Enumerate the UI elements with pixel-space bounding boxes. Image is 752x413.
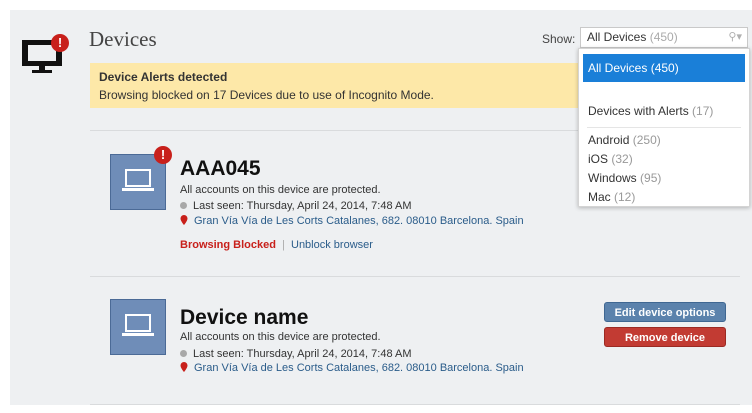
option-count: (450) [650,61,679,75]
search-caret-icon: ⚲▾ [728,31,742,43]
device-name: Device name [180,306,309,329]
option-count: (12) [614,190,636,204]
filter-option-mac[interactable]: Mac (12) [579,189,749,205]
clock-icon [180,202,187,209]
clock-icon [180,350,187,357]
option-label: iOS [588,152,609,166]
banner-title: Device Alerts detected [99,70,228,84]
last-seen-text: Last seen: Thursday, April 24, 2014, 7:4… [193,348,412,360]
device-protection-status: All accounts on this device are protecte… [180,331,381,343]
location-address: Gran Vía Vía de Les Corts Catalanes, 682… [194,215,524,227]
filter-option-devices-with-alerts[interactable]: Devices with Alerts (17) [579,103,749,119]
filter-option-android[interactable]: Android (250) [579,132,749,148]
remove-device-button[interactable]: Remove device [604,327,726,347]
device-name: AAA045 [180,157,261,180]
banner-text: Browsing blocked on 17 Devices due to us… [99,88,434,102]
last-seen: Last seen: Thursday, April 24, 2014, 7:4… [180,200,412,212]
device-protection-status: All accounts on this device are protecte… [180,184,381,196]
device-filter-select[interactable]: All Devices (450) ⚲▾ [580,27,748,48]
filter-option-windows[interactable]: Windows (95) [579,170,749,186]
option-count: (32) [611,152,633,166]
location-pin-icon [180,215,188,225]
option-label: Mac [588,190,611,204]
divider [90,276,740,277]
device-filter-menu: All Devices (450) Devices with Alerts (1… [578,48,750,207]
action-separator: | [282,239,285,251]
location: Gran Vía Vía de Les Corts Catalanes, 682… [180,362,524,374]
monitor-icon: ! [20,28,72,78]
last-seen-text: Last seen: Thursday, April 24, 2014, 7:4… [193,200,412,212]
edit-device-options-button[interactable]: Edit device options [604,302,726,322]
option-label: Windows [588,171,637,185]
filter-option-ios[interactable]: iOS (32) [579,151,749,167]
option-label: Android [588,133,630,147]
alert-badge-icon: ! [51,34,69,52]
devices-panel: ! Devices Show: All Devices (450) ⚲▾ All… [10,10,752,405]
location-address: Gran Vía Vía de Les Corts Catalanes, 682… [194,362,524,374]
option-count: (17) [692,104,714,118]
browsing-blocked-status: Browsing Blocked [180,239,276,251]
option-count: (250) [632,133,661,147]
filter-selected-label: All Devices [587,30,647,44]
option-label: All Devices [588,61,648,75]
location: Gran Vía Vía de Les Corts Catalanes, 682… [180,215,524,227]
last-seen: Last seen: Thursday, April 24, 2014, 7:4… [180,348,412,360]
unblock-browser-link[interactable]: Unblock browser [291,239,373,251]
device-alert-banner: Device Alerts detected Browsing blocked … [90,63,590,108]
show-label: Show: [542,32,576,46]
menu-divider [587,127,741,128]
device-alert-icon: ! [154,146,172,164]
option-label: Devices with Alerts [588,104,689,118]
filter-selected-count: (450) [649,30,678,44]
laptop-icon [110,299,166,355]
option-count: (95) [640,171,662,185]
divider [90,404,740,405]
location-pin-icon [180,362,188,372]
filter-option-all-devices[interactable]: All Devices (450) [583,54,745,82]
page-title: Devices [89,27,157,51]
